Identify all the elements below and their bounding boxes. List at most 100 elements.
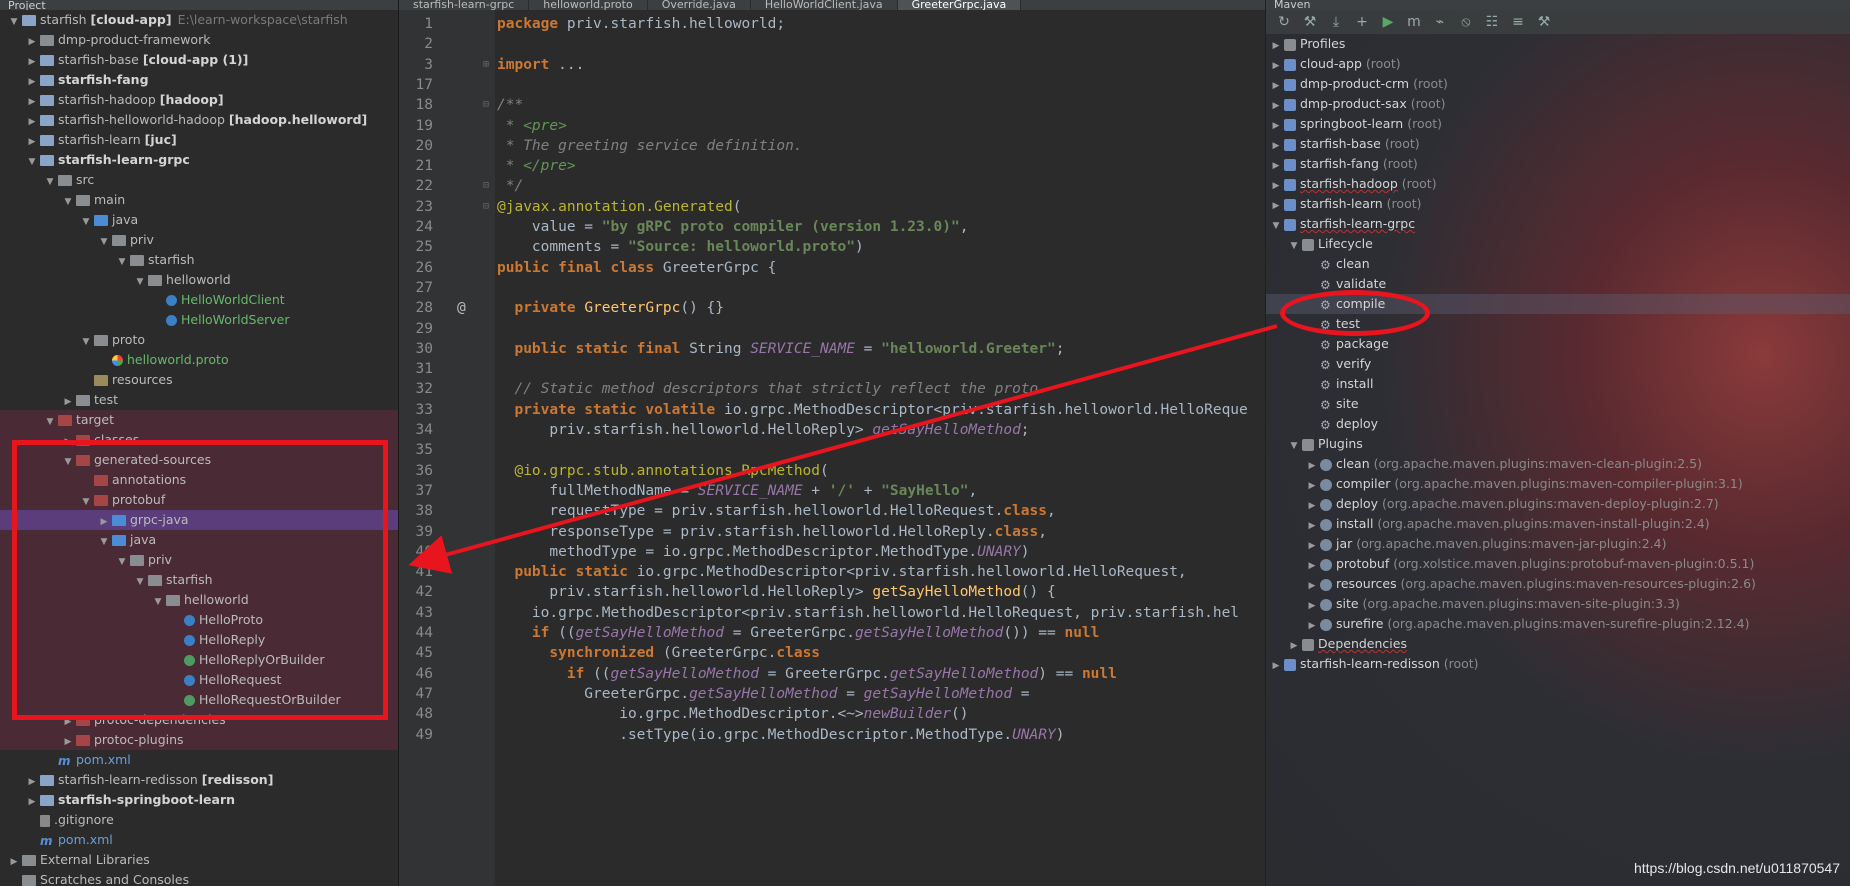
maven-tree-item[interactable]: ▶ jar (org.apache.maven.plugins:maven-jar… xyxy=(1266,534,1850,554)
collapsed-arrow-icon[interactable]: ▶ xyxy=(26,792,38,812)
expanded-arrow-icon[interactable]: ▼ xyxy=(1270,216,1282,236)
add-icon[interactable]: + xyxy=(1354,14,1370,30)
editor-tab[interactable]: HelloWorldClient.java xyxy=(751,0,898,10)
project-tree-item[interactable]: ▶ test xyxy=(0,390,398,410)
project-tree-item[interactable]: ▼ starfish-learn-grpc xyxy=(0,150,398,170)
project-tree-item[interactable]: ▶ External Libraries xyxy=(0,850,398,870)
generate-sources-icon[interactable]: ⚒ xyxy=(1302,14,1318,30)
project-tree-item[interactable]: resources xyxy=(0,370,398,390)
collapsed-arrow-icon[interactable]: ▶ xyxy=(1270,156,1282,176)
project-tree-item[interactable]: ▶ starfish-helloworld-hadoop [hadoop.hell… xyxy=(0,110,398,130)
maven-tree-item[interactable]: ▶ resources (org.apache.maven.plugins:mav… xyxy=(1266,574,1850,594)
collapsed-arrow-icon[interactable]: ▶ xyxy=(1288,636,1300,656)
collapsed-arrow-icon[interactable]: ▶ xyxy=(1270,96,1282,116)
collapsed-arrow-icon[interactable]: ▶ xyxy=(1270,56,1282,76)
download-icon[interactable]: ⤓ xyxy=(1328,14,1344,30)
skip-tests-icon[interactable]: ⦸ xyxy=(1458,14,1474,30)
maven-tree-item[interactable]: ⚙ site xyxy=(1266,394,1850,414)
maven-tree-item[interactable]: ⚙ install xyxy=(1266,374,1850,394)
collapsed-arrow-icon[interactable]: ▶ xyxy=(62,392,74,412)
collapsed-arrow-icon[interactable]: ▶ xyxy=(1270,76,1282,96)
collapsed-arrow-icon[interactable]: ▶ xyxy=(1306,456,1318,476)
collapsed-arrow-icon[interactable]: ▶ xyxy=(1306,496,1318,516)
collapsed-arrow-icon[interactable]: ▶ xyxy=(1270,116,1282,136)
collapsed-arrow-icon[interactable]: ▶ xyxy=(62,732,74,752)
collapsed-arrow-icon[interactable]: ▶ xyxy=(1270,176,1282,196)
collapsed-arrow-icon[interactable]: ▶ xyxy=(26,772,38,792)
collapsed-arrow-icon[interactable]: ▶ xyxy=(26,92,38,112)
run-icon[interactable]: ▶ xyxy=(1380,14,1396,30)
project-tree-item[interactable]: ▶ starfish-fang xyxy=(0,70,398,90)
maven-tree-item[interactable]: ▶ starfish-base (root) xyxy=(1266,134,1850,154)
expanded-arrow-icon[interactable]: ▼ xyxy=(62,192,74,212)
collapsed-arrow-icon[interactable]: ▶ xyxy=(1306,576,1318,596)
project-tree-item[interactable]: ▼ main xyxy=(0,190,398,210)
collapsed-arrow-icon[interactable]: ▶ xyxy=(26,32,38,52)
collapsed-arrow-icon[interactable]: ▶ xyxy=(1270,196,1282,216)
maven-tree-item[interactable]: ▶ cloud-app (root) xyxy=(1266,54,1850,74)
expanded-arrow-icon[interactable]: ▼ xyxy=(80,212,92,232)
settings-icon[interactable]: ⚒ xyxy=(1536,14,1552,30)
maven-tree-item[interactable]: ▶ Profiles xyxy=(1266,34,1850,54)
maven-tree-item[interactable]: ▶ springboot-learn (root) xyxy=(1266,114,1850,134)
maven-tree-item[interactable]: ⚙ verify xyxy=(1266,354,1850,374)
maven-tree-item[interactable]: ▶ starfish-learn (root) xyxy=(1266,194,1850,214)
project-tree-item[interactable]: HelloWorldServer xyxy=(0,310,398,330)
project-tree-item[interactable]: ▼ java xyxy=(0,210,398,230)
project-tree-item[interactable]: m pom.xml xyxy=(0,830,398,850)
maven-tree-item[interactable]: ▶ surefire (org.apache.maven.plugins:mave… xyxy=(1266,614,1850,634)
collapsed-arrow-icon[interactable]: ▶ xyxy=(1306,476,1318,496)
project-tree-item[interactable]: ▶ protoc-plugins xyxy=(0,730,398,750)
maven-tree-item[interactable]: ⚙ package xyxy=(1266,334,1850,354)
maven-goal-icon[interactable]: m xyxy=(1406,14,1422,30)
maven-tree-item[interactable]: ▶ starfish-learn-redisson (root) xyxy=(1266,654,1850,674)
collapsed-arrow-icon[interactable]: ▶ xyxy=(8,852,20,872)
editor-tab[interactable]: helloworld.proto xyxy=(529,0,648,10)
project-tree-item[interactable]: Scratches and Consoles xyxy=(0,870,398,886)
show-dependencies-icon[interactable]: ☷ xyxy=(1484,14,1500,30)
maven-tree-item[interactable]: ▶ clean (org.apache.maven.plugins:maven-c… xyxy=(1266,454,1850,474)
maven-tree-item[interactable]: ▶ protobuf (org.xolstice.maven.plugins:pr… xyxy=(1266,554,1850,574)
collapsed-arrow-icon[interactable]: ▶ xyxy=(1306,516,1318,536)
collapsed-arrow-icon[interactable]: ▶ xyxy=(26,132,38,152)
expanded-arrow-icon[interactable]: ▼ xyxy=(80,332,92,352)
expanded-arrow-icon[interactable]: ▼ xyxy=(44,172,56,192)
editor-tab[interactable]: Override.java xyxy=(648,0,751,10)
collapsed-arrow-icon[interactable]: ▶ xyxy=(1306,536,1318,556)
project-tree-item[interactable]: HelloWorldClient xyxy=(0,290,398,310)
expanded-arrow-icon[interactable]: ▼ xyxy=(44,412,56,432)
maven-tree-item[interactable]: ▼ Plugins xyxy=(1266,434,1850,454)
project-tree-item[interactable]: ▶ starfish-learn [juc] xyxy=(0,130,398,150)
editor-tab[interactable]: GreeterGrpc.java xyxy=(897,0,1022,10)
project-tree-item[interactable]: ▼ priv xyxy=(0,230,398,250)
maven-tree-item[interactable]: ▶ starfish-fang (root) xyxy=(1266,154,1850,174)
collapsed-arrow-icon[interactable]: ▶ xyxy=(26,112,38,132)
expanded-arrow-icon[interactable]: ▼ xyxy=(26,152,38,172)
maven-tree-item[interactable]: ▼ starfish-learn-grpc xyxy=(1266,214,1850,234)
project-tree-item[interactable]: ▼ starfish xyxy=(0,250,398,270)
collapsed-arrow-icon[interactable]: ▶ xyxy=(1270,136,1282,156)
project-tree-item[interactable]: ▶ starfish-hadoop [hadoop] xyxy=(0,90,398,110)
maven-tree-item[interactable]: ▶ install (org.apache.maven.plugins:maven… xyxy=(1266,514,1850,534)
project-tree-item[interactable]: ▼ starfish [cloud-app] E:\learn-workspace\… xyxy=(0,10,398,30)
maven-tree-item[interactable]: ▶ compiler (org.apache.maven.plugins:mave… xyxy=(1266,474,1850,494)
project-tree-item[interactable]: ▶ dmp-product-framework xyxy=(0,30,398,50)
expanded-arrow-icon[interactable]: ▼ xyxy=(116,252,128,272)
collapsed-arrow-icon[interactable]: ▶ xyxy=(1270,656,1282,676)
maven-tree-item[interactable]: ▶ site (org.apache.maven.plugins:maven-si… xyxy=(1266,594,1850,614)
project-tree-item[interactable]: .gitignore xyxy=(0,810,398,830)
maven-tree-item[interactable]: ▶ dmp-product-sax (root) xyxy=(1266,94,1850,114)
collapsed-arrow-icon[interactable]: ▶ xyxy=(26,72,38,92)
maven-tree-item[interactable]: ⚙ deploy xyxy=(1266,414,1850,434)
maven-tree-item[interactable]: ▶ deploy (org.apache.maven.plugins:maven-… xyxy=(1266,494,1850,514)
project-tree-item[interactable]: ▼ proto xyxy=(0,330,398,350)
project-tree-item[interactable]: m pom.xml xyxy=(0,750,398,770)
maven-tree-item[interactable]: ⚙ clean xyxy=(1266,254,1850,274)
editor-tab[interactable]: starfish-learn-grpc xyxy=(399,0,530,10)
project-panel-header[interactable]: Project xyxy=(0,0,398,10)
maven-tree-item[interactable]: ▶ dmp-product-crm (root) xyxy=(1266,74,1850,94)
expanded-arrow-icon[interactable]: ▼ xyxy=(1288,236,1300,256)
refresh-icon[interactable]: ↻ xyxy=(1276,14,1292,30)
expanded-arrow-icon[interactable]: ▼ xyxy=(8,12,20,32)
collapsed-arrow-icon[interactable]: ▶ xyxy=(1306,596,1318,616)
